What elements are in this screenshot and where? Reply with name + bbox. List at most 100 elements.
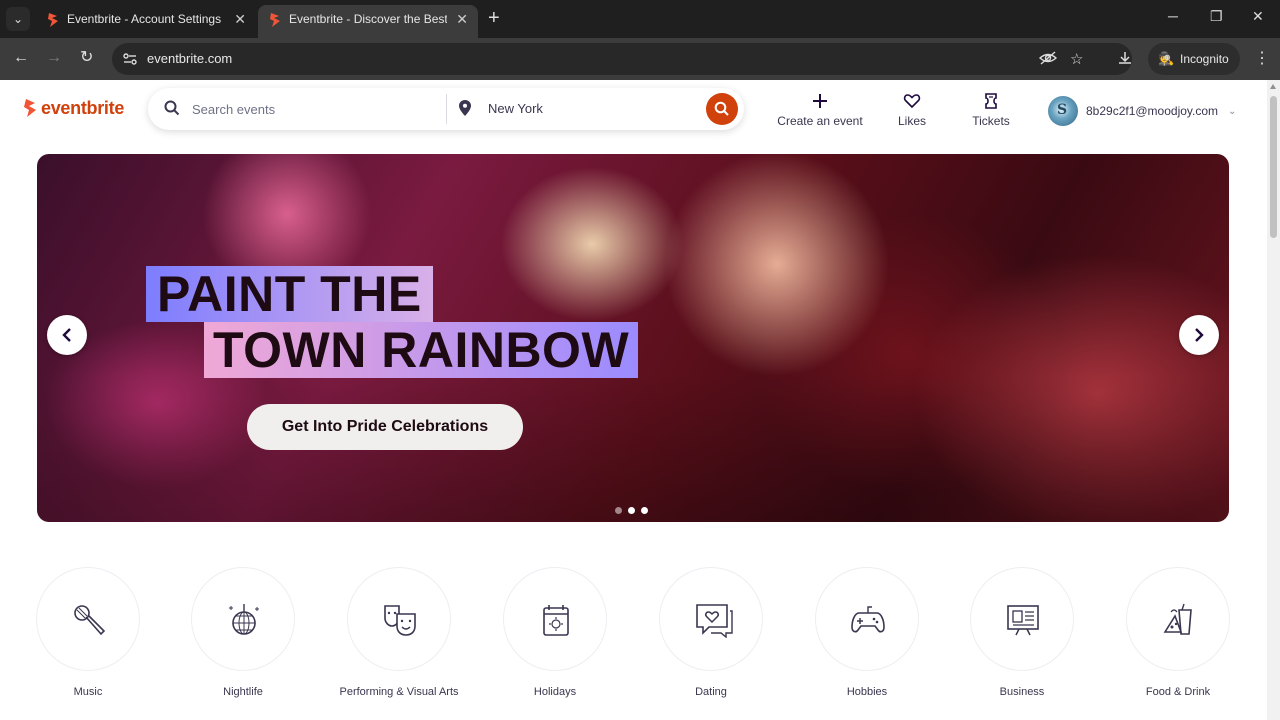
tab-title: Eventbrite - Account Settings — [67, 12, 222, 26]
scrollbar-thumb[interactable] — [1270, 96, 1277, 238]
chevron-right-icon — [1195, 328, 1204, 342]
category-label: Hobbies — [846, 686, 888, 698]
address-bar[interactable]: eventbrite.com ☆ — [112, 43, 1132, 75]
logo-text: eventbrite — [41, 97, 125, 118]
category-label: Business — [999, 686, 1045, 698]
search-bar: New York — [148, 88, 744, 130]
category-holidays[interactable]: Holidays — [485, 567, 625, 700]
restore-icon[interactable]: ❐ — [1210, 8, 1223, 25]
forward-icon[interactable]: → — [46, 49, 62, 67]
back-icon[interactable]: ← — [13, 49, 29, 67]
food-drink-icon — [1163, 603, 1192, 635]
incognito-label: Incognito — [1180, 52, 1229, 66]
carousel-dot-1[interactable] — [615, 507, 622, 514]
category-label: Music — [73, 686, 103, 698]
hero-cta-button[interactable]: Get Into Pride Celebrations — [247, 404, 523, 450]
account-menu[interactable]: 8b29c2f1@moodjoy.com ⌄ — [1048, 96, 1236, 126]
carousel-dots — [615, 507, 654, 514]
hero-headline-line1: PAINT THE — [146, 266, 433, 322]
location-pin-icon — [459, 100, 471, 116]
download-icon[interactable] — [1117, 50, 1133, 70]
incognito-icon: 🕵 — [1158, 51, 1175, 66]
eye-off-icon[interactable] — [1038, 50, 1058, 70]
close-tab-icon[interactable]: ✕ — [456, 5, 468, 34]
scroll-up-icon[interactable] — [1270, 84, 1276, 89]
site-settings-icon[interactable] — [122, 51, 138, 67]
tickets-link[interactable]: Tickets — [966, 92, 1016, 128]
tab-search-chevron-icon[interactable]: ⌄ — [6, 7, 30, 31]
search-icon — [714, 101, 729, 116]
browser-tab-account-settings[interactable]: Eventbrite - Account Settings ✕ — [36, 5, 256, 38]
close-tab-icon[interactable]: ✕ — [234, 5, 246, 34]
avatar — [1048, 96, 1078, 126]
category-circle — [1126, 567, 1230, 671]
search-divider — [446, 94, 447, 124]
category-circle — [815, 567, 919, 671]
new-tab-icon[interactable]: + — [488, 8, 500, 28]
category-circle — [503, 567, 607, 671]
carousel-dot-3[interactable] — [641, 507, 648, 514]
category-business[interactable]: Business — [952, 567, 1092, 700]
create-event-label: Create an event — [777, 114, 863, 128]
create-event-link[interactable]: Create an event — [776, 92, 864, 128]
category-performing-arts[interactable]: Performing & Visual Arts — [329, 567, 469, 700]
calendar-icon — [543, 605, 569, 636]
category-label: Nightlife — [223, 686, 263, 698]
carousel-prev-button[interactable] — [47, 315, 87, 355]
likes-label: Likes — [897, 114, 926, 128]
browser-menu-icon[interactable]: ⋮ — [1254, 48, 1270, 68]
minimize-icon[interactable]: ─ — [1168, 8, 1178, 24]
carousel-next-button[interactable] — [1179, 315, 1219, 355]
ticket-icon — [985, 93, 997, 109]
category-label: Food & Drink — [1145, 686, 1211, 698]
reload-icon[interactable]: ↻ — [80, 49, 93, 67]
category-circle — [970, 567, 1074, 671]
close-window-icon[interactable]: ✕ — [1252, 8, 1264, 25]
category-circle — [659, 567, 763, 671]
location-input[interactable]: New York — [488, 101, 543, 116]
tab-title: Eventbrite - Discover the Best Local Eve… — [289, 12, 447, 26]
category-dating[interactable]: Dating — [641, 567, 781, 700]
eventbrite-favicon-icon — [270, 13, 280, 27]
browser-tab-bar: ⌄ Eventbrite - Account Settings ✕ Eventb… — [0, 0, 1280, 38]
microphone-icon — [74, 605, 106, 636]
disco-ball-icon — [229, 604, 259, 635]
search-events-input[interactable] — [192, 98, 432, 120]
url-text: eventbrite.com — [147, 51, 233, 66]
page-content: eventbrite New York Create an event Like… — [0, 80, 1267, 720]
eventbrite-logo[interactable]: eventbrite — [22, 96, 124, 120]
account-email: 8b29c2f1@moodjoy.com — [1086, 104, 1219, 118]
eventbrite-favicon-icon — [48, 13, 58, 27]
category-nightlife[interactable]: Nightlife — [173, 567, 313, 700]
gamepad-icon — [851, 606, 885, 633]
category-music[interactable]: Music — [18, 567, 158, 700]
category-label: Holidays — [533, 686, 577, 698]
heart-chat-icon — [696, 604, 733, 638]
presentation-board-icon — [1007, 605, 1039, 636]
tickets-label: Tickets — [972, 114, 1010, 128]
category-label: Performing & Visual Arts — [339, 686, 459, 698]
category-circle — [36, 567, 140, 671]
browser-toolbar: ← → ↻ eventbrite.com ☆ 🕵 Incognito ⋮ — [0, 38, 1280, 80]
search-submit-button[interactable] — [706, 93, 738, 125]
incognito-badge[interactable]: 🕵 Incognito — [1148, 43, 1240, 75]
chevron-left-icon — [62, 328, 71, 342]
likes-link[interactable]: Likes — [892, 92, 932, 128]
theater-masks-icon — [384, 605, 416, 636]
hero-carousel: PAINT THE TOWN RAINBOW Get Into Pride Ce… — [37, 154, 1229, 522]
category-food-drink[interactable]: Food & Drink — [1108, 567, 1248, 700]
bookmark-star-icon[interactable]: ☆ — [1070, 50, 1083, 68]
category-circle — [347, 567, 451, 671]
category-label: Dating — [695, 686, 727, 698]
category-circle — [191, 567, 295, 671]
category-hobbies[interactable]: Hobbies — [797, 567, 937, 700]
hero-headline-line2: TOWN RAINBOW — [204, 322, 639, 378]
page-scrollbar[interactable] — [1267, 80, 1280, 720]
eventbrite-logo-icon — [24, 99, 36, 117]
carousel-dot-2[interactable] — [628, 507, 635, 514]
heart-icon — [903, 94, 921, 109]
chevron-down-icon: ⌄ — [1228, 105, 1237, 117]
browser-tab-discover[interactable]: Eventbrite - Discover the Best Local Eve… — [258, 5, 478, 38]
search-icon — [164, 100, 180, 116]
plus-icon — [813, 94, 827, 108]
